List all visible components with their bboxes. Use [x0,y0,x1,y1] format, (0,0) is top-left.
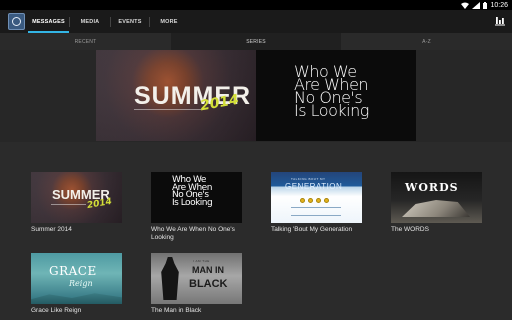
who-we-are-art-text: Who We Are When No One's Is Looking [172,176,213,208]
subtab-az[interactable]: A-Z [341,33,512,50]
tab-more-label: MORE [160,18,178,25]
subtab-series[interactable]: SERIES [171,33,341,50]
art-line: Is Looking [294,101,369,121]
featured-who-we-are[interactable]: Who We Are When No One's Is Looking [256,50,416,141]
summer-rule [134,109,201,110]
tab-messages[interactable]: MESSAGES [28,10,69,33]
open-book-image [402,200,470,217]
featured-summer-2014[interactable]: SUMMER 2014 [96,50,256,141]
series-title: The Man in Black [151,307,202,314]
sub-tabs: RECENT SERIES A-Z [0,33,512,50]
man-in-black-title: MAN IN [192,265,224,275]
who-we-are-art-text: Who We Are When No One's Is Looking [294,63,369,121]
tab-events[interactable]: EVENTS [111,10,149,33]
series-tile-who-we-are[interactable]: Who We Are When No One's Is Looking Who … [151,172,242,242]
summer-rule [51,204,86,205]
grace-landscape [31,293,122,304]
series-art: SUMMER 2014 [31,172,122,223]
subtab-az-label: A-Z [422,38,431,45]
series-title: Grace Like Reign [31,307,82,314]
series-tile-generation[interactable]: TALKING BOUT MY GENERATION Talking 'Bout… [271,172,362,234]
series-title: Summer 2014 [31,226,72,233]
series-grid: SUMMER 2014 Summer 2014 Who We Are When … [0,142,512,320]
series-tile-man-in-black[interactable]: I AM THE MAN IN BLACK The Man in Black [151,253,242,315]
subtab-recent[interactable]: RECENT [0,33,171,50]
tab-media-label: MEDIA [80,18,100,25]
series-title: The WORDS [391,226,429,233]
art-line: Is Looking [172,197,213,208]
church-logo-icon[interactable] [8,13,25,30]
generation-title: GENERATION [285,182,343,191]
series-art: I AM THE MAN IN BLACK [151,253,242,304]
series-title: Who We Are When No One's Looking [151,226,235,241]
status-icons: 10:26 [461,0,508,10]
stats-icon[interactable] [495,16,505,26]
tab-messages-label: MESSAGES [32,18,65,25]
tab-events-label: EVENTS [118,18,142,25]
tab-more[interactable]: MORE [150,10,188,33]
man-in-black-subtitle: BLACK [189,278,228,290]
battery-icon [483,1,488,9]
signal-icon [472,1,481,9]
man-in-black-kicker: I AM THE [193,259,210,263]
tab-media[interactable]: MEDIA [70,10,110,33]
series-art: Who We Are When No One's Is Looking [151,172,242,223]
status-time: 10:26 [490,1,508,9]
series-tile-summer-2014[interactable]: SUMMER 2014 Summer 2014 [31,172,122,234]
app-bar: MESSAGES MEDIA EVENTS MORE [0,10,512,33]
silhouette-image [161,257,179,300]
status-bar: 10:26 [0,0,512,10]
series-art: GRACE Reign [31,253,122,304]
series-art: WORDS [391,172,482,223]
grace-title: GRACE [49,264,97,278]
subtab-recent-label: RECENT [74,38,97,45]
featured-carousel: SUMMER 2014 Who We Are When No One's Is … [0,50,512,142]
generation-subtitle: TALKING BOUT MY [291,177,326,181]
emoji-faces [300,198,329,203]
series-tile-the-words[interactable]: WORDS The WORDS [391,172,482,234]
series-art: TALKING BOUT MY GENERATION [271,172,362,223]
words-title: WORDS [405,181,459,194]
text-lines [291,207,341,216]
series-title: Talking 'Bout My Generation [271,226,353,233]
series-tile-grace-like-reign[interactable]: GRACE Reign Grace Like Reign [31,253,122,315]
wifi-icon [461,2,470,9]
grace-subtitle: Reign [69,279,93,288]
subtab-series-label: SERIES [246,38,266,45]
